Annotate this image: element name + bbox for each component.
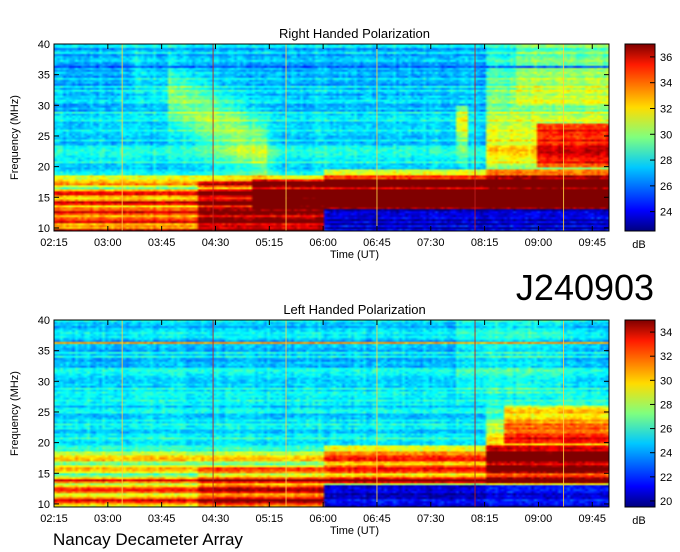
x-tick-label: 03:00 [94, 513, 122, 525]
y-tick-label: 10 [38, 499, 50, 511]
x-tick-label: 04:30 [202, 237, 230, 249]
x-tick-label: 06:45 [363, 237, 391, 249]
x-tick-label: 03:45 [148, 237, 176, 249]
x-tick-label: 08:15 [471, 237, 499, 249]
spectrogram-image [54, 320, 609, 507]
x-axis-label: Time (UT) [330, 525, 379, 537]
x-tick-label: 08:15 [471, 513, 499, 525]
colorbar-tick-label: 32 [660, 351, 672, 363]
x-tick-label: 04:30 [202, 513, 230, 525]
y-tick-label: 30 [38, 100, 50, 112]
x-tick-label: 09:00 [525, 237, 553, 249]
y-tick-label: 40 [38, 39, 50, 51]
colorbar-tick-label: 24 [660, 448, 672, 460]
y-tick-label: 30 [38, 376, 50, 388]
y-tick-label: 25 [38, 131, 50, 143]
colorbar-tick-label: 20 [660, 496, 672, 508]
x-tick-label: 06:00 [309, 237, 337, 249]
chart-title: Right Handed Polarization [279, 26, 430, 41]
colorbar-tick-label: 22 [660, 472, 672, 484]
x-tick-label: 02:15 [40, 513, 68, 525]
x-tick-label: 07:30 [417, 513, 445, 525]
colorbar-tick-label: 26 [660, 181, 672, 193]
colorbar-tick-label: 30 [660, 375, 672, 387]
spectrogram-image [54, 44, 609, 231]
x-tick-label: 03:00 [94, 237, 122, 249]
x-tick-label: 07:30 [417, 237, 445, 249]
x-tick-label: 09:45 [578, 237, 606, 249]
colorbar [624, 319, 656, 508]
x-axis-label: Time (UT) [330, 249, 379, 261]
colorbar-unit: dB [632, 515, 645, 527]
y-tick-label: 20 [38, 438, 50, 450]
y-tick-label: 35 [38, 70, 50, 82]
chart-title: Left Handed Polarization [283, 302, 425, 317]
y-tick-label: 40 [38, 315, 50, 327]
y-axis-label: Frequency (MHz) [9, 95, 21, 180]
x-tick-label: 05:15 [256, 237, 284, 249]
colorbar-tick-label: 24 [660, 207, 672, 219]
y-tick-label: 25 [38, 407, 50, 419]
y-tick-label: 35 [38, 346, 50, 358]
colorbar [624, 43, 656, 232]
colorbar-tick-label: 28 [660, 399, 672, 411]
y-tick-label: 15 [38, 468, 50, 480]
x-tick-label: 06:00 [309, 513, 337, 525]
y-axis-label: Frequency (MHz) [9, 371, 21, 456]
colorbar-unit: dB [632, 239, 645, 251]
x-tick-label: 09:00 [525, 513, 553, 525]
colorbar-tick-label: 34 [660, 78, 672, 90]
x-tick-label: 06:45 [363, 513, 391, 525]
colorbar-tick-label: 32 [660, 103, 672, 115]
colorbar-tick-label: 30 [660, 129, 672, 141]
x-tick-label: 02:15 [40, 237, 68, 249]
y-tick-label: 20 [38, 162, 50, 174]
x-tick-label: 05:15 [256, 513, 284, 525]
dynamic-spectrum-figure: Right Handed Polarization 02:15 03:00 03:45… [9, 26, 672, 549]
y-tick-label: 15 [38, 192, 50, 204]
observation-id: J240903 [516, 267, 654, 308]
colorbar-tick-label: 34 [660, 327, 672, 339]
colorbar-tick-label: 28 [660, 155, 672, 167]
colorbar-tick-label: 26 [660, 424, 672, 436]
x-tick-label: 03:45 [148, 513, 176, 525]
y-tick-label: 10 [38, 223, 50, 235]
spectrum-panel: Right Handed Polarization 02:15 03:00 03:45… [9, 26, 672, 261]
colorbar-tick-label: 36 [660, 52, 672, 64]
footer-text: Nancay Decameter Array [53, 530, 243, 549]
spectrum-panel: Left Handed Polarization 02:15 03:00 03:45 0… [9, 302, 672, 537]
x-tick-label: 09:45 [578, 513, 606, 525]
